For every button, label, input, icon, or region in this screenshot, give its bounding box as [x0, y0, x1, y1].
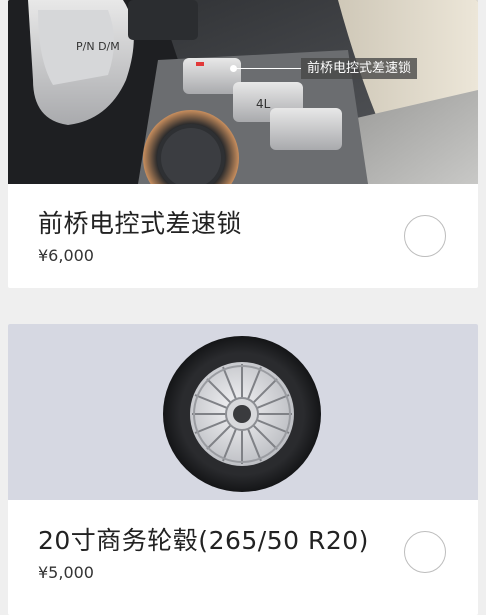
- differential-lock-photo: P/N D/M 4L 前桥电控式差速锁: [8, 0, 478, 184]
- image-callout-label: 前桥电控式差速锁: [301, 58, 418, 79]
- callout-leader-line: [234, 68, 301, 69]
- wheel-photo: [8, 324, 478, 500]
- gear-label-p: P/N D/M: [76, 40, 120, 53]
- radio-unselected-icon[interactable]: [404, 215, 446, 257]
- radio-unselected-icon[interactable]: [404, 531, 446, 573]
- drive-mode-label: 4L: [256, 97, 271, 111]
- option-price: ¥6,000: [38, 246, 94, 265]
- option-card-differential-lock[interactable]: P/N D/M 4L 前桥电控式差速锁 前桥电控式差速锁 ¥6,000: [8, 0, 478, 288]
- option-price: ¥5,000: [38, 563, 94, 582]
- option-list: P/N D/M 4L 前桥电控式差速锁 前桥电控式差速锁 ¥6,000 20寸商…: [0, 0, 486, 615]
- option-card-wheels[interactable]: 20寸商务轮毂(265/50 R20) ¥5,000: [8, 324, 478, 615]
- option-title: 前桥电控式差速锁: [38, 209, 243, 238]
- option-title: 20寸商务轮毂(265/50 R20): [38, 526, 369, 555]
